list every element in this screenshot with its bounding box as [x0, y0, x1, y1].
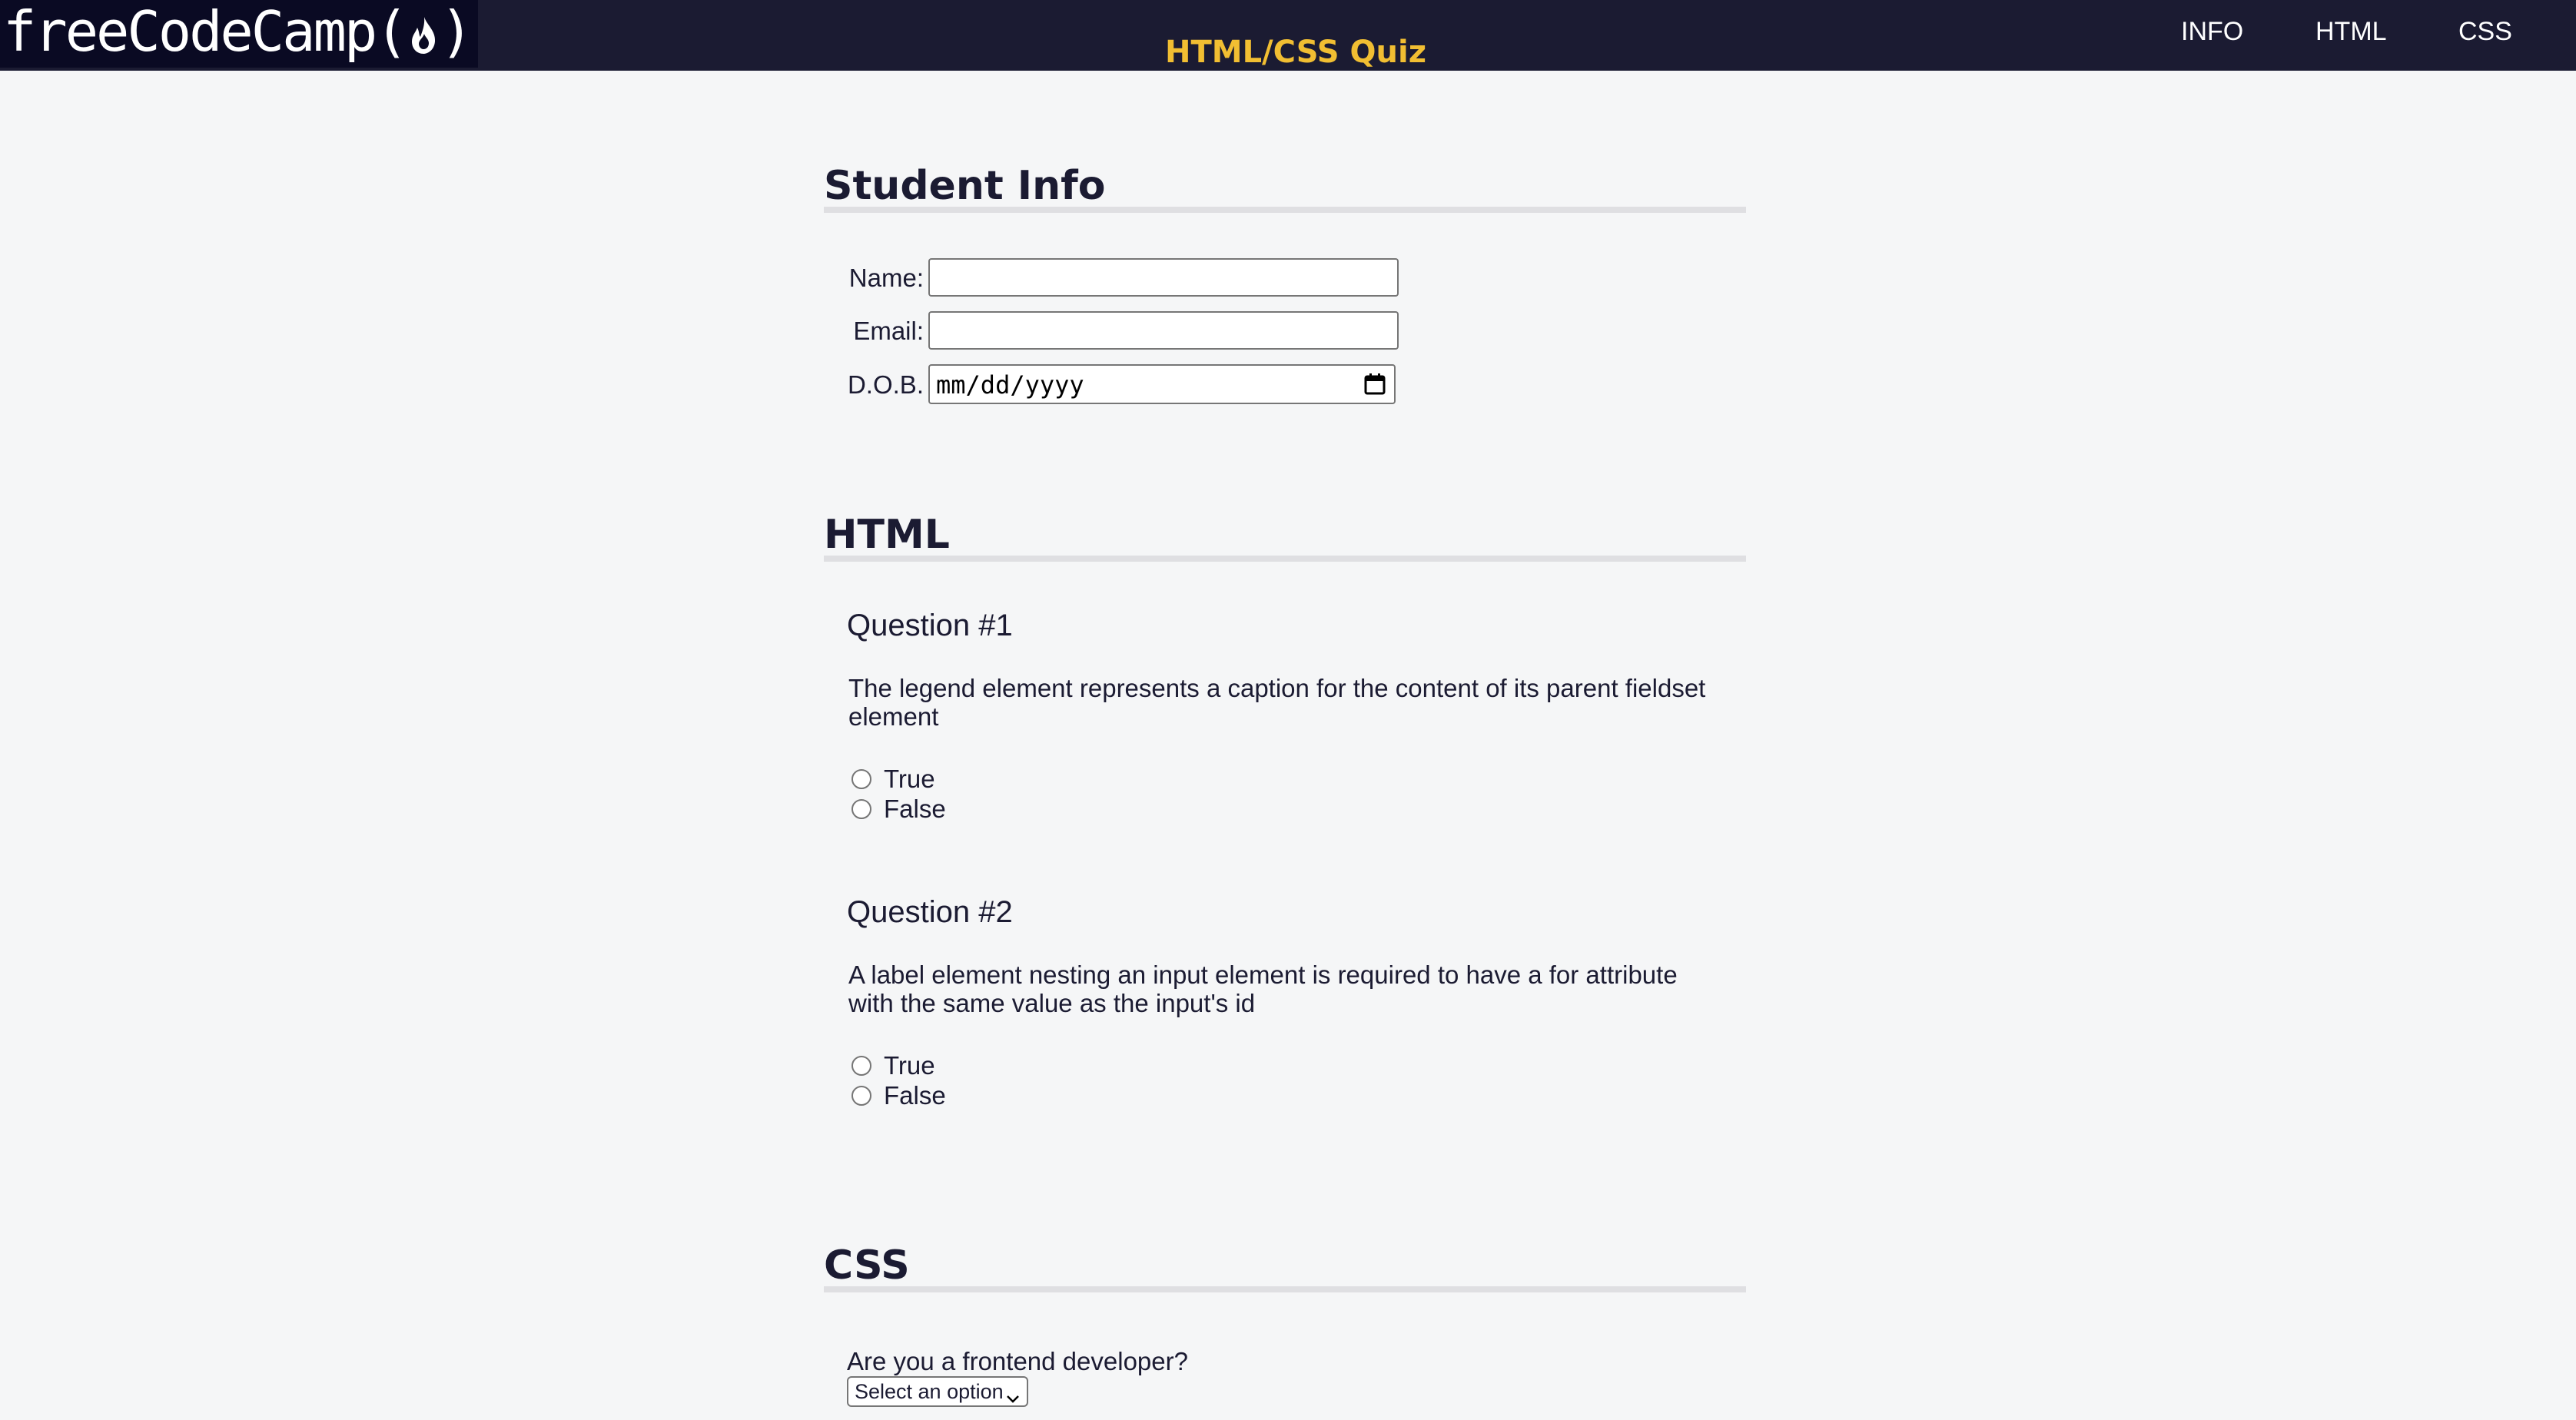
- radio-button[interactable]: [851, 1056, 871, 1076]
- chevron-down-icon: [1005, 1386, 1021, 1410]
- section-title-html: HTML: [824, 512, 950, 558]
- top-nav-bar: freeCodeCamp() HTML/CSS Quiz INFO HTML C…: [0, 0, 2576, 71]
- nav-link-info[interactable]: INFO: [2181, 17, 2243, 47]
- radio-button[interactable]: [851, 799, 871, 819]
- question-2-option-true[interactable]: True: [851, 1051, 935, 1080]
- calendar-icon[interactable]: [1363, 373, 1386, 400]
- question-1-option-false[interactable]: False: [851, 795, 946, 823]
- dob-placeholder: mm/dd/yyyy: [936, 370, 1084, 400]
- email-label: Email:: [853, 317, 924, 345]
- nav-link-html[interactable]: HTML: [2315, 17, 2387, 47]
- radio-label: False: [884, 1081, 946, 1110]
- section-title-css: CSS: [824, 1242, 910, 1289]
- name-label: Name:: [848, 264, 924, 292]
- question-2-text: A label element nesting an input element…: [848, 960, 1678, 1017]
- question-2-heading: Question #2: [847, 895, 1013, 929]
- question-1-option-true[interactable]: True: [851, 765, 935, 793]
- email-field[interactable]: [928, 311, 1399, 350]
- question-1-heading: Question #1: [847, 609, 1013, 642]
- frontend-developer-question: Are you a frontend developer?: [847, 1347, 1188, 1375]
- section-divider: [824, 1286, 1746, 1292]
- name-field[interactable]: [928, 258, 1399, 297]
- nav-link-css[interactable]: CSS: [2458, 17, 2512, 47]
- dob-date-field[interactable]: mm/dd/yyyy: [928, 364, 1396, 404]
- dob-label: D.O.B.: [847, 370, 924, 399]
- radio-label: True: [884, 765, 935, 793]
- question-1-text: The legend element represents a caption …: [848, 674, 1706, 731]
- radio-button[interactable]: [851, 1086, 871, 1106]
- section-divider: [824, 556, 1746, 562]
- radio-button[interactable]: [851, 769, 871, 789]
- radio-label: True: [884, 1051, 935, 1080]
- select-value: Select an option: [855, 1379, 1004, 1403]
- section-title-student-info: Student Info: [824, 163, 1106, 209]
- section-divider: [824, 207, 1746, 213]
- radio-label: False: [884, 795, 946, 823]
- question-2-option-false[interactable]: False: [851, 1081, 946, 1110]
- frontend-developer-select[interactable]: Select an option: [847, 1376, 1028, 1407]
